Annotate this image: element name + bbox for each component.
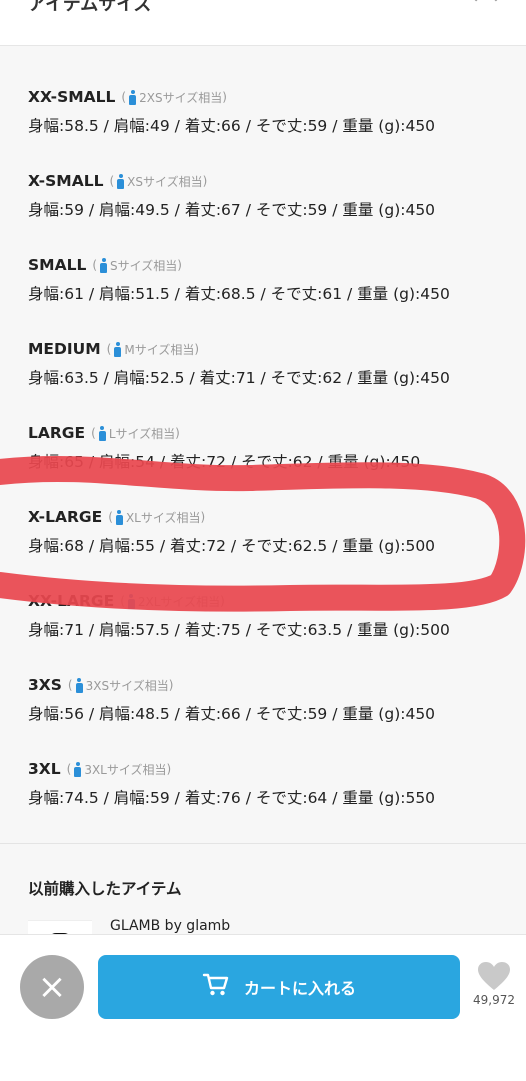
person-icon (74, 761, 82, 777)
add-to-cart-button[interactable]: カートに入れる (98, 955, 460, 1019)
size-name: XX-LARGE (28, 592, 115, 610)
person-icon (129, 89, 137, 105)
size-hint: (2XLサイズ相当) (120, 593, 225, 609)
add-to-cart-label: カートに入れる (243, 979, 356, 998)
size-hint: (XSサイズ相当) (109, 173, 208, 189)
cart-icon (202, 972, 230, 1002)
size-row: 3XL (3XLサイズ相当) 身幅:74.5 / 肩幅:59 / 着丈:76 /… (28, 758, 508, 808)
size-measurements: 身幅:65 / 肩幅:54 / 着丈:72 / そで丈:62 / 重量 (g):… (28, 453, 421, 471)
size-name: X-LARGE (28, 508, 103, 526)
heart-icon (478, 962, 510, 990)
previous-purchases-title: 以前購入したアイテム (28, 880, 182, 898)
size-measurements: 身幅:74.5 / 肩幅:59 / 着丈:76 / そで丈:64 / 重量 (g… (28, 789, 436, 807)
size-measurements: 身幅:63.5 / 肩幅:52.5 / 着丈:71 / そで丈:62 / 重量 … (28, 369, 450, 387)
size-name: SMALL (28, 256, 87, 274)
size-name: X-SMALL (28, 172, 104, 190)
size-measurements: 身幅:56 / 肩幅:48.5 / 着丈:66 / そで丈:59 / 重量 (g… (28, 705, 436, 723)
size-row: XX-LARGE (2XLサイズ相当) 身幅:71 / 肩幅:57.5 / 着丈… (28, 590, 508, 640)
size-row: 3XS (3XSサイズ相当) 身幅:56 / 肩幅:48.5 / 着丈:66 /… (28, 674, 508, 724)
size-hint: (3XLサイズ相当) (66, 761, 172, 777)
size-hint: (2XSサイズ相当) (121, 89, 227, 105)
size-hint: (Mサイズ相当) (106, 341, 200, 357)
product-brand[interactable]: GLAMB by glamb (110, 918, 230, 934)
bottom-action-bar: × カートに入れる 49,972 (0, 934, 526, 1081)
size-measurements: 身幅:61 / 肩幅:51.5 / 着丈:68.5 / そで丈:61 / 重量 … (28, 285, 450, 303)
person-icon (114, 341, 122, 357)
size-measurements: 身幅:59 / 肩幅:49.5 / 着丈:67 / そで丈:59 / 重量 (g… (28, 201, 436, 219)
size-hint: (3XSサイズ相当) (67, 677, 174, 693)
size-name: 3XL (28, 760, 61, 778)
size-row-highlighted: X-LARGE (XLサイズ相当) 身幅:68 / 肩幅:55 / 着丈:72 … (28, 506, 508, 556)
person-icon (117, 173, 125, 189)
panel-header: アイテムサイズ (0, 0, 526, 46)
person-icon (100, 257, 108, 273)
person-icon (75, 677, 83, 693)
size-measurements: 身幅:68 / 肩幅:55 / 着丈:72 / そで丈:62.5 / 重量 (g… (28, 537, 436, 555)
size-measurements: 身幅:71 / 肩幅:57.5 / 着丈:75 / そで丈:63.5 / 重量 … (28, 621, 450, 639)
size-row: MEDIUM (Mサイズ相当) 身幅:63.5 / 肩幅:52.5 / 着丈:7… (28, 338, 508, 388)
size-measurements: 身幅:58.5 / 肩幅:49 / 着丈:66 / そで丈:59 / 重量 (g… (28, 117, 436, 135)
size-name: 3XS (28, 676, 62, 694)
size-row: XX-SMALL (2XSサイズ相当) 身幅:58.5 / 肩幅:49 / 着丈… (28, 86, 508, 136)
person-icon (115, 509, 123, 525)
size-hint: (XLサイズ相当) (108, 509, 206, 525)
person-icon (98, 425, 106, 441)
chevron-up-icon[interactable] (474, 0, 498, 12)
size-row: SMALL (Sサイズ相当) 身幅:61 / 肩幅:51.5 / 着丈:68.5… (28, 254, 508, 304)
favorite-button[interactable]: 49,972 (466, 961, 522, 1007)
size-hint: (Sサイズ相当) (92, 257, 182, 273)
size-name: LARGE (28, 424, 86, 442)
size-hint: (Lサイズ相当) (91, 425, 180, 441)
previous-purchases: 以前購入したアイテム GLAMB by glamb (0, 844, 526, 943)
size-name: XX-SMALL (28, 88, 116, 106)
size-name: MEDIUM (28, 340, 101, 358)
panel-title: アイテムサイズ (28, 0, 152, 15)
size-row: LARGE (Lサイズ相当) 身幅:65 / 肩幅:54 / 着丈:72 / そ… (28, 422, 508, 472)
close-icon: × (37, 967, 67, 1007)
person-icon (127, 593, 135, 609)
size-row: X-SMALL (XSサイズ相当) 身幅:59 / 肩幅:49.5 / 着丈:6… (28, 170, 508, 220)
close-button[interactable]: × (20, 955, 84, 1019)
favorite-count: 49,972 (473, 993, 515, 1007)
